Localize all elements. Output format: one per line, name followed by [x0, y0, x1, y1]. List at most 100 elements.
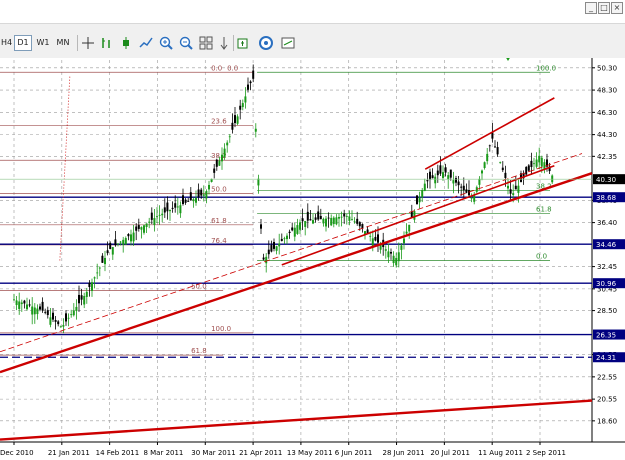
candle-body [501, 167, 504, 171]
candle-body [195, 197, 197, 203]
candle-body [312, 220, 314, 224]
candle-body [33, 307, 36, 315]
time-tick-label: 13 May 2011 [287, 449, 333, 457]
price-tick-label: 44.30 [597, 131, 617, 139]
candle-body [455, 178, 457, 183]
price-chart[interactable]: 50.3048.3046.3044.3042.3538.4036.4032.45… [0, 56, 625, 460]
candle-body [52, 312, 54, 320]
price-tick-label: 42.35 [597, 153, 617, 161]
candle-body [221, 154, 223, 162]
candle-body [335, 217, 338, 225]
autoscroll-icon[interactable] [216, 35, 232, 51]
time-tick-label: 14 Feb 2011 [96, 449, 140, 457]
candle-body [166, 202, 169, 212]
candle-body [39, 306, 41, 310]
candle-body [358, 222, 361, 227]
candle-body [348, 216, 351, 221]
fibo-level-label: 0.0 [211, 64, 222, 72]
candle-body [91, 282, 93, 291]
candle-body [254, 128, 257, 132]
candle-body [70, 314, 73, 316]
minimize-button[interactable]: _ [585, 2, 597, 14]
toolbar-separator [233, 35, 234, 51]
candle-body [111, 247, 114, 255]
candle-body [429, 171, 431, 180]
candle-body [514, 185, 517, 190]
price-level-tag-label: 26.35 [596, 332, 616, 340]
candle-body [20, 302, 23, 305]
line-chart-icon[interactable] [138, 35, 154, 51]
price-tick-label: 32.45 [597, 263, 617, 271]
candle-body [59, 326, 62, 328]
chart-shift-icon[interactable] [236, 35, 252, 51]
current-price-tag-label: 40.30 [596, 176, 616, 184]
indicators-icon[interactable] [258, 35, 274, 51]
candle-body [356, 218, 359, 224]
candle-body [439, 165, 442, 174]
timeframe-mn-button[interactable]: MN [54, 35, 72, 51]
candle-body [452, 180, 455, 184]
candle-body [426, 180, 429, 182]
candle-body [148, 221, 151, 223]
candle-body [135, 226, 138, 231]
maximize-button[interactable]: □ [598, 2, 610, 14]
time-tick-label: 21 Jan 2011 [48, 449, 90, 457]
candle-body [15, 300, 18, 306]
zoom-in-icon[interactable] [158, 35, 174, 51]
candle-body [130, 234, 132, 242]
candle-body [442, 172, 444, 178]
chart-toolbar: H4 D1 W1 MN [0, 32, 625, 54]
close-button[interactable]: × [611, 2, 623, 14]
candle-body [80, 295, 83, 300]
candle-body [509, 189, 512, 194]
candle-body [538, 155, 541, 163]
price-tick-label: 50.30 [597, 64, 617, 72]
candle-body [530, 160, 533, 168]
candle-body [41, 301, 44, 311]
candle-body [309, 219, 312, 221]
candle-body [153, 218, 156, 225]
bar-chart-icon[interactable] [98, 35, 114, 51]
candle-body [317, 211, 320, 220]
candle-body [273, 241, 275, 249]
fibo-level-label: 23.6 [211, 118, 227, 126]
candle-body [239, 105, 242, 110]
candle-body [486, 153, 489, 162]
candle-body [54, 320, 57, 322]
candle-body [171, 207, 174, 209]
candle-body [101, 255, 104, 263]
candle-body [291, 227, 294, 231]
candle-body [236, 116, 239, 124]
candle-body [163, 207, 166, 213]
candle-body [83, 296, 86, 305]
timeframe-h4-button[interactable]: H4 [0, 35, 12, 51]
candle-body [449, 169, 452, 178]
candle-body [408, 224, 411, 232]
tile-windows-icon[interactable] [198, 35, 214, 51]
timeframe-d1-button[interactable]: D1 [14, 35, 32, 51]
candle-body [494, 146, 496, 148]
candle-body [18, 301, 21, 309]
chart-canvas[interactable]: 50.3048.3046.3044.3042.3538.4036.4032.45… [0, 56, 625, 460]
candlestick-icon[interactable] [118, 35, 134, 51]
candle-body [400, 245, 403, 250]
candle-body [257, 178, 260, 186]
candle-body [332, 217, 335, 225]
templates-icon[interactable] [280, 35, 296, 51]
candle-body [504, 172, 507, 178]
candle-body [234, 115, 236, 124]
candle-body [275, 246, 278, 251]
candle-body [434, 176, 437, 184]
candle-body [288, 231, 291, 234]
zoom-out-icon[interactable] [178, 35, 194, 51]
candle-body [460, 186, 463, 188]
timeframe-w1-button[interactable]: W1 [34, 35, 52, 51]
candle-body [67, 317, 70, 319]
candle-body [65, 313, 67, 322]
candle-body [122, 239, 125, 245]
candle-body [184, 199, 187, 203]
fibo-level-label: 61.8 [211, 217, 227, 225]
candle-body [416, 195, 418, 205]
crosshair-icon[interactable] [80, 35, 96, 51]
candle-body [182, 195, 184, 205]
